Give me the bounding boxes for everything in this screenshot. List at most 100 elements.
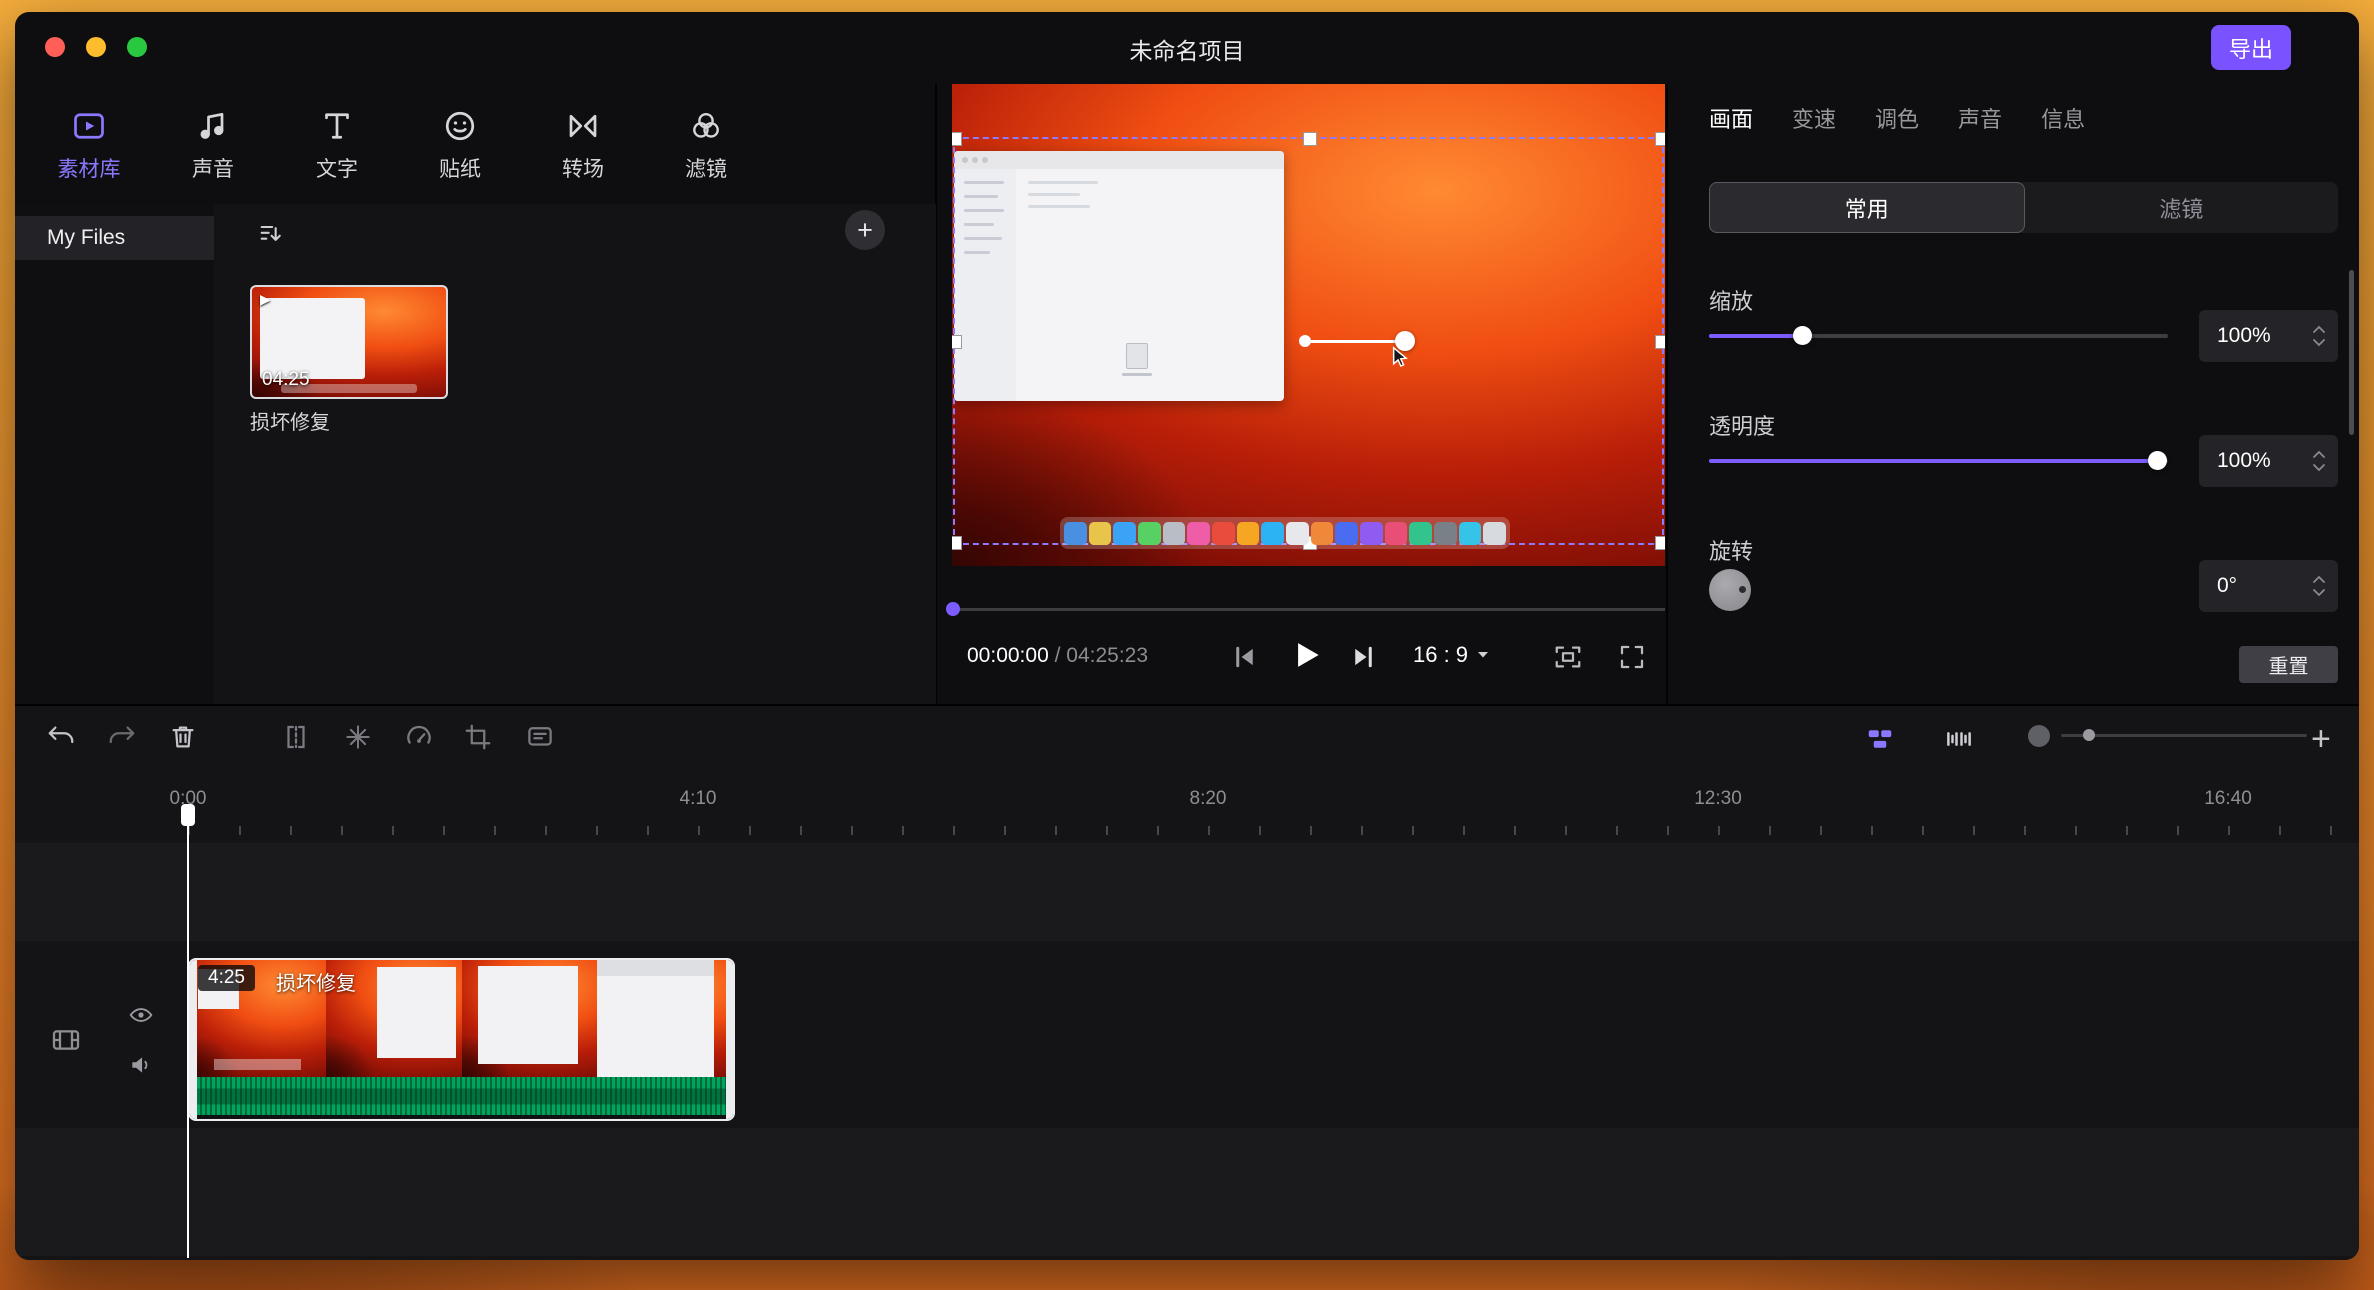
opacity-slider-thumb[interactable]	[2148, 451, 2167, 470]
play-button[interactable]	[1287, 636, 1325, 674]
seek-handle[interactable]	[946, 602, 960, 616]
zoom-slider-thumb[interactable]	[2083, 729, 2095, 741]
resize-handle[interactable]	[952, 132, 962, 146]
inspector-tabs: 画面 变速 调色 声音 信息	[1709, 102, 2085, 134]
fullscreen-button[interactable]	[1617, 642, 1647, 672]
dock-icon	[1385, 522, 1408, 545]
add-media-button[interactable]: +	[845, 210, 885, 250]
resize-handle[interactable]	[1655, 536, 1665, 550]
stepper[interactable]	[2312, 310, 2326, 362]
zoom-out-button[interactable]	[2028, 725, 2050, 747]
tab-picture[interactable]: 画面	[1709, 102, 1753, 134]
tab-filter[interactable]: 滤镜	[656, 96, 756, 212]
next-frame-button[interactable]	[1349, 642, 1379, 672]
playhead-line[interactable]	[187, 808, 189, 1258]
dock-icon	[1163, 522, 1186, 545]
ruler-label: 8:20	[1190, 788, 1227, 810]
tab-text[interactable]: 文字	[287, 96, 387, 212]
fullscreen-icon	[1617, 642, 1647, 672]
preview-canvas[interactable]	[952, 84, 1665, 566]
speed-button[interactable]	[404, 722, 434, 752]
opacity-slider[interactable]	[1709, 459, 2168, 463]
dock-icon	[1434, 522, 1457, 545]
zoom-in-button[interactable]: +	[2311, 720, 2331, 759]
clip-trim-handle-left[interactable]	[190, 960, 197, 1119]
reset-button[interactable]: 重置	[2239, 646, 2338, 683]
rotate-anchor-handle[interactable]	[1299, 335, 1311, 347]
dock-icon	[1064, 522, 1087, 545]
stepper[interactable]	[2312, 560, 2326, 612]
timeline-zoom-slider[interactable]	[2061, 734, 2307, 737]
tab-transition[interactable]: 转场	[533, 96, 633, 212]
export-button[interactable]: 导出	[2211, 25, 2291, 70]
chevron-down-icon	[1476, 650, 1490, 660]
crop-button[interactable]	[463, 722, 493, 752]
slider-fill	[1709, 334, 1802, 338]
aspect-ratio-dropdown[interactable]: 16 : 9	[1413, 642, 1490, 668]
preview-seek-bar[interactable]	[952, 608, 1665, 611]
track-mute-toggle[interactable]	[128, 1052, 154, 1078]
tab-info[interactable]: 信息	[2041, 102, 2085, 134]
rotation-value-field[interactable]: 0°	[2199, 560, 2338, 612]
plus-icon: +	[2311, 720, 2331, 758]
tab-color[interactable]: 调色	[1875, 102, 1919, 134]
speaker-icon	[128, 1052, 154, 1078]
redo-button[interactable]	[107, 722, 137, 752]
inspector-scrollbar[interactable]	[2349, 270, 2354, 435]
track-type-indicator	[50, 1024, 82, 1056]
zoom-fit-toggle[interactable]	[1944, 724, 1974, 754]
tab-speed[interactable]: 变速	[1792, 102, 1836, 134]
delete-button[interactable]	[168, 722, 198, 752]
tab-audio[interactable]: 声音	[163, 96, 263, 212]
playhead-handle[interactable]	[181, 804, 195, 826]
media-item-card[interactable]: ▶ 04:25	[250, 285, 448, 399]
stepper[interactable]	[2312, 435, 2326, 487]
waveform-bars-icon	[1944, 724, 1974, 754]
resize-handle[interactable]	[1655, 335, 1665, 349]
canvas-fit-button[interactable]	[1553, 642, 1583, 672]
timeline-ruler[interactable]	[188, 826, 2359, 835]
previous-frame-button[interactable]	[1229, 642, 1259, 672]
tab-sticker[interactable]: 贴纸	[410, 96, 510, 212]
freeze-frame-icon	[343, 722, 373, 752]
scale-slider[interactable]	[1709, 334, 2168, 338]
app-window: 未命名项目 导出 素材库 声音 文字 贴纸 转场 滤镜 My Files + ▶	[15, 12, 2359, 1260]
rotation-knob[interactable]	[1709, 569, 1751, 611]
segment-common[interactable]: 常用	[1709, 182, 2025, 233]
track-visibility-toggle[interactable]	[128, 1002, 154, 1028]
dock-icon	[1483, 522, 1506, 545]
split-icon	[281, 722, 311, 752]
segment-filter[interactable]: 滤镜	[2025, 182, 2339, 233]
previous-frame-icon	[1229, 642, 1259, 672]
dock-icon	[1089, 522, 1112, 545]
stepper-down-icon	[2312, 588, 2326, 597]
resize-handle[interactable]	[952, 335, 962, 349]
scale-label: 缩放	[1709, 284, 1753, 316]
track-view-toggle[interactable]	[1865, 724, 1895, 754]
clip-trim-handle-right[interactable]	[726, 960, 733, 1119]
undo-button[interactable]	[46, 722, 76, 752]
dock-icon	[1311, 522, 1334, 545]
text-icon	[319, 108, 355, 144]
tab-sound[interactable]: 声音	[1958, 102, 2002, 134]
sidebar-item-my-files[interactable]: My Files	[15, 216, 214, 260]
smiley-icon	[442, 108, 478, 144]
scale-value-field[interactable]: 100%	[2199, 310, 2338, 362]
resize-handle[interactable]	[1655, 132, 1665, 146]
play-badge-icon: ▶	[260, 291, 271, 308]
eye-icon	[128, 1002, 154, 1028]
tab-media-library[interactable]: 素材库	[39, 96, 139, 212]
freeze-frame-button[interactable]	[343, 722, 373, 752]
dock-icon	[1187, 522, 1210, 545]
opacity-value-field[interactable]: 100%	[2199, 435, 2338, 487]
play-icon	[1287, 636, 1325, 674]
timeline-clip[interactable]: 4:25 损坏修复	[188, 958, 735, 1121]
scale-slider-thumb[interactable]	[1793, 326, 1812, 345]
split-button[interactable]	[281, 722, 311, 752]
resize-handle[interactable]	[1303, 132, 1317, 146]
sort-button[interactable]	[257, 220, 285, 248]
resize-handle[interactable]	[952, 536, 962, 550]
filter-circles-icon	[688, 108, 724, 144]
annotation-button[interactable]	[525, 722, 555, 752]
ruler-label: 4:10	[680, 788, 717, 810]
